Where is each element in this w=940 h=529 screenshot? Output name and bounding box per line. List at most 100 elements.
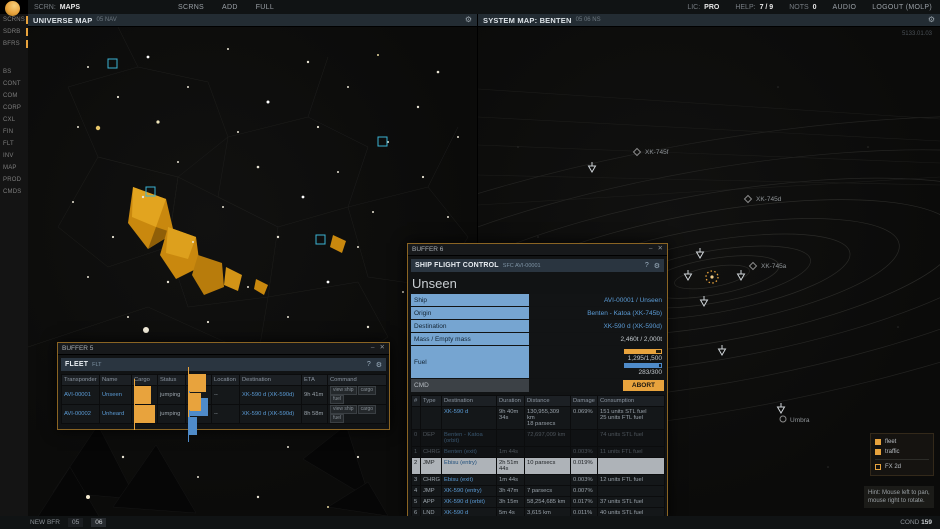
- ship-link[interactable]: AVI-00001 / Unseen: [604, 297, 662, 304]
- ship-name-link[interactable]: Unseen: [102, 392, 122, 398]
- screens-button[interactable]: SCRNS: [178, 4, 204, 11]
- apex-logo-icon[interactable]: [5, 1, 20, 16]
- sidebar-item-corp[interactable]: CORP: [0, 102, 28, 114]
- gear-icon[interactable]: ⚙: [654, 262, 660, 270]
- lic-label: LIC:: [687, 4, 700, 11]
- connection-status: COND 159: [900, 519, 932, 526]
- star-benten[interactable]: [706, 271, 718, 283]
- system-map-titlebar: SYSTEM MAP: BENTEN 05 06 NS ⚙: [478, 14, 940, 27]
- fleet-table: TransponderName CargoStatus FuelLocation…: [61, 374, 387, 424]
- svg-text:XK-745f: XK-745f: [645, 149, 669, 156]
- flight-plan-table: #Type DestinationDuration DistanceDamage…: [411, 395, 665, 519]
- field-fuel: Fuel 1,295/1,500 283/300: [411, 346, 664, 378]
- faction-territory: [128, 187, 346, 295]
- nots-value[interactable]: 0: [813, 4, 817, 11]
- legend-option-fx2d[interactable]: FX 2d: [875, 462, 929, 472]
- help-label[interactable]: HELP:: [735, 4, 755, 11]
- status-cell: jumping: [158, 386, 186, 405]
- legend-divider: [875, 459, 929, 460]
- minimize-icon[interactable]: –: [649, 246, 653, 253]
- stl-fuel-value: 1,295/1,500: [628, 355, 662, 362]
- buffer-tab-05[interactable]: 05: [68, 518, 83, 527]
- sidebar-item-cont[interactable]: CONT: [0, 78, 28, 90]
- flight-segment-row: 3CHRG Ebisu (exit) 1m 44s 0.003%12 units…: [412, 475, 665, 486]
- help-icon[interactable]: ?: [367, 361, 371, 369]
- svg-text:Umbra: Umbra: [790, 417, 810, 424]
- sidebar-item-sdrb[interactable]: SDRB: [0, 26, 28, 38]
- screen-label: SCRN:: [34, 4, 56, 11]
- sidebar-item-com[interactable]: COM: [0, 90, 28, 102]
- close-icon[interactable]: ✕: [380, 345, 385, 352]
- new-buffer-button[interactable]: NEW BFR: [30, 519, 60, 526]
- segment-destination-link[interactable]: Ebisu (exit): [444, 477, 473, 483]
- segment-destination-link[interactable]: Ebisu (entry): [444, 460, 477, 466]
- status-cell: jumping: [158, 405, 186, 424]
- full-button[interactable]: FULL: [256, 4, 274, 11]
- sfc-section-title: SHIP FLIGHT CONTROL: [415, 262, 499, 269]
- location-cell: --: [212, 386, 240, 405]
- add-button[interactable]: ADD: [222, 4, 238, 11]
- help-icon[interactable]: ?: [645, 262, 649, 270]
- checkbox-icon: [875, 449, 881, 455]
- gear-icon[interactable]: ⚙: [376, 361, 382, 369]
- buffer5-title: BUFFER 5: [62, 345, 93, 352]
- abort-button[interactable]: ABORT: [623, 380, 664, 391]
- transponder-link[interactable]: AVI-00001: [64, 392, 91, 398]
- sidebar-item-inv[interactable]: INV: [0, 150, 28, 162]
- lic-value: PRO: [704, 4, 719, 11]
- ftl-fuel-value: 283/300: [639, 369, 663, 376]
- view-ship-button[interactable]: view ship: [330, 405, 357, 414]
- screen-value[interactable]: MAPS: [60, 4, 80, 11]
- gear-icon[interactable]: ⚙: [465, 16, 472, 24]
- minimize-icon[interactable]: –: [371, 345, 375, 352]
- sector-mesh: [28, 27, 468, 377]
- fuel-button[interactable]: fuel: [330, 414, 344, 423]
- flight-segment-row-current[interactable]: 2JMP Ebisu (entry) 2h 51m 44s10 parsecs …: [412, 458, 665, 475]
- sidebar-item-map[interactable]: MAP: [0, 162, 28, 174]
- command-cell: view shipcargo fuel: [328, 386, 387, 405]
- summary-destination-link[interactable]: XK-590 d: [444, 409, 468, 415]
- help-value[interactable]: 7 / 9: [760, 4, 774, 11]
- flight-segment-row: 1CHRG Benten (exit) 1m 44s 0.003%11 unit…: [412, 447, 665, 458]
- view-ship-button[interactable]: view ship: [330, 386, 357, 395]
- segment-destination-link[interactable]: Benten (exit): [444, 449, 477, 455]
- logout-button[interactable]: LOGOUT (MOLP): [872, 4, 932, 11]
- universe-map-titlebar: UNIVERSE MAP 05 NAV ⚙: [28, 14, 477, 27]
- ship-name-link[interactable]: Unheard: [102, 411, 124, 417]
- destination-link[interactable]: XK-590 d (XK-590d): [242, 411, 294, 417]
- sidebar-item-flt[interactable]: FLT: [0, 138, 28, 150]
- bottom-bar: NEW BFR 05 06 COND 159: [0, 516, 940, 529]
- flight-segment-row: 5APP XK-590 d (orbit) 3h 15m58,254,685 k…: [412, 497, 665, 508]
- fuel-button[interactable]: fuel: [330, 395, 344, 404]
- segment-destination-link[interactable]: XK-590 d (orbit): [444, 499, 485, 505]
- destination-link[interactable]: XK-590 d (XK-590d): [242, 392, 294, 398]
- sidebar-item-cxl[interactable]: CXL: [0, 114, 28, 126]
- sidebar-item-fin[interactable]: FIN: [0, 126, 28, 138]
- buffer5-titlebar[interactable]: BUFFER 5 – ✕: [58, 343, 389, 355]
- close-icon[interactable]: ✕: [658, 246, 663, 253]
- legend-option-traffic[interactable]: traffic: [875, 447, 929, 457]
- sidebar-item-prod[interactable]: PROD: [0, 174, 28, 186]
- audio-button[interactable]: AUDIO: [833, 4, 857, 11]
- system-map-cmd: 05 06 NS: [576, 17, 601, 23]
- gear-icon[interactable]: ⚙: [928, 16, 935, 24]
- eta-cell: 8h 58m: [302, 405, 328, 424]
- segment-destination-link[interactable]: Benten - Katoa (orbit): [444, 432, 483, 444]
- cargo-button[interactable]: cargo: [358, 386, 377, 395]
- nots-label[interactable]: NOTS: [789, 4, 808, 11]
- sfc-section-header: SHIP FLIGHT CONTROL SFC AVI-00001 ? ⚙: [411, 259, 664, 272]
- destination-link[interactable]: XK-590 d (XK-590d): [603, 323, 662, 330]
- sidebar-item-bs[interactable]: BS: [0, 66, 28, 78]
- sfc-section-cmd: SFC AVI-00001: [503, 263, 541, 269]
- buffer-tab-06[interactable]: 06: [91, 518, 106, 527]
- checkbox-icon: [875, 439, 881, 445]
- legend-option-fleet[interactable]: fleet: [875, 437, 929, 447]
- transponder-link[interactable]: AVI-00002: [64, 411, 91, 417]
- cargo-button[interactable]: cargo: [358, 405, 377, 414]
- origin-link[interactable]: Benten - Katoa (XK-745b): [587, 310, 662, 317]
- sidebar-item-cmds[interactable]: CMDS: [0, 186, 28, 198]
- buffer6-titlebar[interactable]: BUFFER 6 – ✕: [408, 244, 667, 256]
- sidebar-item-bfrs[interactable]: BFRS: [0, 38, 28, 50]
- segment-destination-link[interactable]: XK-590 (entry): [444, 488, 482, 494]
- command-cell: view shipcargo fuel: [328, 405, 387, 424]
